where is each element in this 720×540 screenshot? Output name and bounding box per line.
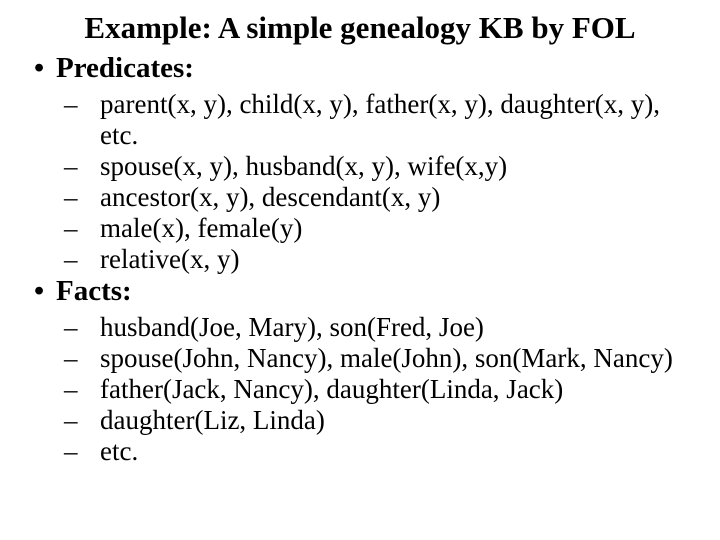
section-heading-text: Predicates:: [56, 52, 194, 84]
list-item: –spouse(John, Nancy), male(John), son(Ma…: [82, 343, 692, 374]
list-item-text: spouse(John, Nancy), male(John), son(Mar…: [100, 343, 673, 373]
list-item: –etc.: [82, 436, 692, 467]
list-item-text: ancestor(x, y), descendant(x, y): [100, 182, 440, 212]
predicates-list: –parent(x, y), child(x, y), father(x, y)…: [28, 89, 692, 275]
slide: Example: A simple genealogy KB by FOL •P…: [0, 0, 720, 540]
list-item: –ancestor(x, y), descendant(x, y): [82, 182, 692, 213]
section-heading-text: Facts:: [56, 275, 132, 307]
dash-icon: –: [82, 312, 100, 343]
list-item: –spouse(x, y), husband(x, y), wife(x,y): [82, 151, 692, 182]
dash-icon: –: [82, 213, 100, 244]
section-predicates: •Predicates: –parent(x, y), child(x, y),…: [28, 52, 692, 275]
list-item-text: parent(x, y), child(x, y), father(x, y),…: [100, 89, 660, 150]
list-item-text: relative(x, y): [100, 244, 239, 274]
list-item-text: father(Jack, Nancy), daughter(Linda, Jac…: [100, 374, 563, 404]
facts-list: –husband(Joe, Mary), son(Fred, Joe) –spo…: [28, 312, 692, 467]
list-item: –husband(Joe, Mary), son(Fred, Joe): [82, 312, 692, 343]
dash-icon: –: [82, 244, 100, 275]
list-item-text: spouse(x, y), husband(x, y), wife(x,y): [100, 151, 507, 181]
section-heading-facts: •Facts:: [28, 275, 692, 308]
list-item-text: etc.: [100, 436, 138, 466]
list-item-text: husband(Joe, Mary), son(Fred, Joe): [100, 312, 484, 342]
list-item-text: daughter(Liz, Linda): [100, 405, 325, 435]
list-item: –father(Jack, Nancy), daughter(Linda, Ja…: [82, 374, 692, 405]
list-item: –daughter(Liz, Linda): [82, 405, 692, 436]
slide-title: Example: A simple genealogy KB by FOL: [28, 10, 692, 46]
list-item: –male(x), female(y): [82, 213, 692, 244]
dash-icon: –: [82, 182, 100, 213]
list-item: –relative(x, y): [82, 244, 692, 275]
dash-icon: –: [82, 374, 100, 405]
bullet-icon: •: [34, 275, 56, 308]
dash-icon: –: [82, 89, 100, 120]
list-item-text: male(x), female(y): [100, 213, 302, 243]
dash-icon: –: [82, 405, 100, 436]
bullet-icon: •: [34, 52, 56, 85]
list-item: –parent(x, y), child(x, y), father(x, y)…: [82, 89, 692, 151]
dash-icon: –: [82, 343, 100, 374]
section-heading-predicates: •Predicates:: [28, 52, 692, 85]
section-facts: •Facts: –husband(Joe, Mary), son(Fred, J…: [28, 275, 692, 467]
dash-icon: –: [82, 151, 100, 182]
dash-icon: –: [82, 436, 100, 467]
